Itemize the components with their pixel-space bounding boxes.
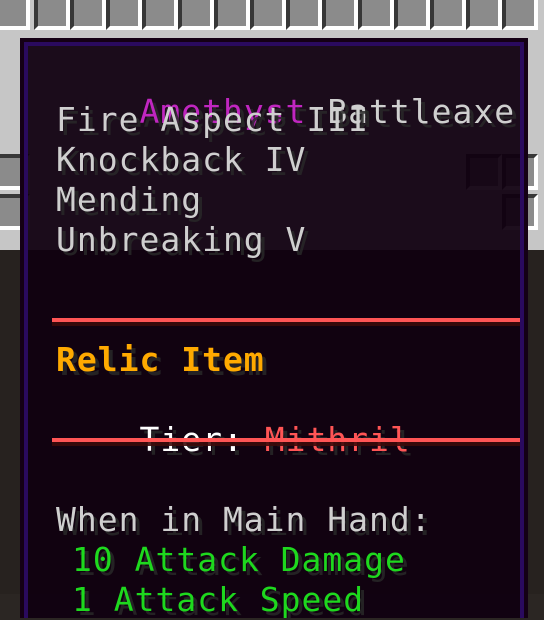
inventory-slot[interactable] — [466, 0, 502, 30]
inventory-slot[interactable] — [394, 0, 430, 30]
enchantment-line: Knockback IV — [56, 140, 307, 179]
divider-bottom — [52, 438, 520, 442]
inventory-slot[interactable] — [322, 0, 358, 30]
attack-damage-stat: 10 Attack Damage — [72, 540, 406, 579]
item-name-prefix: Amethyst — [139, 92, 307, 131]
inventory-slot[interactable] — [250, 0, 286, 30]
inventory-slot[interactable] — [178, 0, 214, 30]
inventory-slot[interactable] — [142, 0, 178, 30]
inventory-slot[interactable] — [70, 0, 106, 30]
divider-top — [52, 318, 520, 322]
inventory-slot[interactable] — [214, 0, 250, 30]
enchantment-line: Fire Aspect III — [56, 100, 370, 139]
relic-item-label: Relic Item — [56, 340, 265, 379]
inventory-slot[interactable] — [106, 0, 142, 30]
inventory-slot[interactable] — [34, 0, 70, 30]
tier-line: Tier: Mithril — [56, 380, 411, 500]
tier-value: Mithril — [264, 420, 411, 459]
tier-label: Tier: — [139, 420, 244, 459]
inventory-slot[interactable] — [430, 0, 466, 30]
main-hand-header: When in Main Hand: — [56, 500, 432, 539]
inventory-slot[interactable] — [502, 0, 538, 30]
item-name-suffix: Battleaxe — [327, 92, 516, 131]
inventory-slot[interactable] — [286, 0, 322, 30]
attack-speed-stat: 1 Attack Speed — [72, 580, 365, 619]
enchantment-line: Mending — [56, 180, 203, 219]
item-tooltip: Amethyst Battleaxe Fire Aspect III Knock… — [20, 38, 528, 619]
inventory-slot[interactable] — [0, 0, 30, 30]
item-name: Amethyst Battleaxe — [56, 52, 515, 172]
inventory-slot[interactable] — [358, 0, 394, 30]
enchantment-line: Unbreaking V — [56, 220, 307, 259]
